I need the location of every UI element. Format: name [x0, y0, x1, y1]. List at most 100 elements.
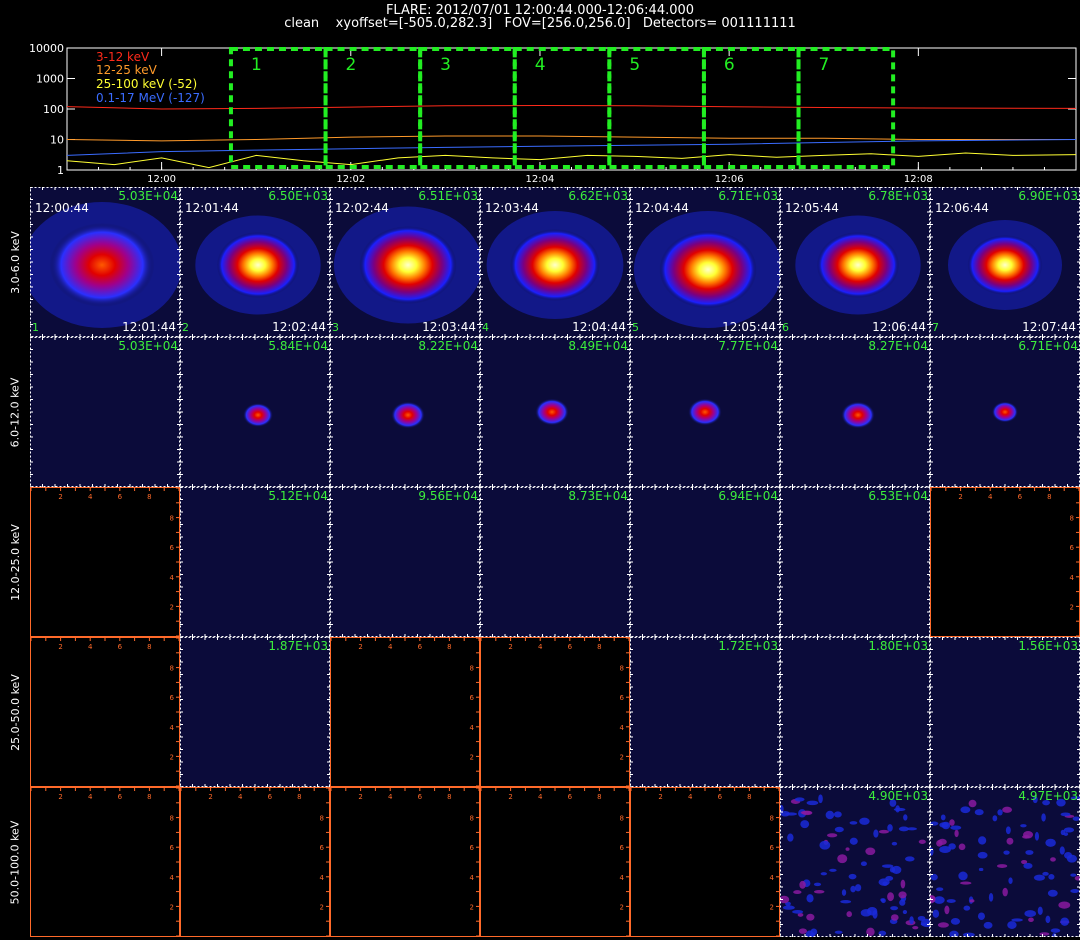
panel-canvas — [930, 787, 1080, 937]
noise-speckle — [1034, 831, 1040, 841]
noise-speckle — [968, 799, 977, 808]
noise-speckle — [1063, 827, 1075, 833]
x-tick-label: 12:08 — [904, 174, 933, 182]
empty-panel: 2 2 4 4 6 6 8 8 — [30, 787, 180, 937]
peak-value: 5.03E+04 — [118, 189, 178, 203]
y-tick-label: 1000 — [36, 73, 64, 86]
noise-speckle — [905, 856, 915, 862]
noise-speckle — [849, 821, 858, 825]
panel-canvas: 2 2 4 4 6 6 8 8 — [30, 637, 180, 787]
panel-tick-label: 6 — [1070, 544, 1075, 552]
panel-tick-label: 2 — [358, 793, 362, 801]
panel-tick-label: 8 — [620, 815, 624, 823]
panel-end-time: 12:07:44 — [1022, 320, 1076, 334]
noise-speckle — [878, 829, 889, 834]
noise-speckle — [890, 906, 899, 911]
x-tick-label: 12:06 — [715, 174, 744, 182]
panel-frame — [180, 637, 330, 787]
noise-speckle — [1023, 862, 1033, 869]
noise-speckle — [918, 839, 926, 844]
noise-speckle — [937, 922, 949, 928]
noise-speckle — [865, 847, 876, 856]
noise-speckle — [898, 826, 909, 832]
noise-speckle — [1039, 932, 1050, 936]
interval-label: 6 — [724, 55, 735, 75]
x-tick-label: 12:04 — [526, 174, 555, 182]
noise-speckle — [958, 843, 966, 851]
image-panel: 5.12E+04 — [180, 487, 330, 637]
time-interval-box — [512, 47, 612, 169]
empty-panel: 2 2 4 4 6 6 8 8 — [480, 787, 630, 937]
panel-tick-label: 6 — [718, 793, 723, 801]
panel-tick-label: 8 — [447, 643, 451, 651]
noise-speckle — [806, 800, 819, 806]
noise-speckle — [946, 899, 956, 903]
peak-value: 6.62E+03 — [568, 189, 628, 203]
panel-tick-label: 4 — [388, 643, 393, 651]
energy-band-text: 12.0-25.0 keV — [8, 523, 22, 601]
peak-value: 4.90E+03 — [868, 789, 928, 803]
interval-label: 5 — [629, 55, 640, 75]
image-panel: 6.90E+03 12:06:44 12:07:44 7 — [930, 187, 1080, 337]
noise-speckle — [1060, 917, 1070, 926]
noise-speckle — [891, 865, 902, 874]
panel-axis-frame — [630, 787, 780, 937]
panel-tick-label: 2 — [1070, 603, 1074, 611]
noise-speckle — [1011, 918, 1023, 922]
image-panel: 8.49E+04 — [480, 337, 630, 487]
peak-value: 6.78E+03 — [868, 189, 928, 203]
panel-canvas — [180, 637, 330, 787]
panel-tick-label: 6 — [118, 493, 123, 501]
noise-speckle — [813, 882, 822, 887]
image-panel: 6.78E+03 12:05:44 12:06:44 6 — [780, 187, 930, 337]
noise-speckle — [880, 898, 885, 902]
noise-speckle — [1045, 915, 1051, 924]
noise-speckle — [1023, 831, 1034, 839]
panel-tick-label: 2 — [958, 493, 962, 501]
panel-canvas — [180, 487, 330, 637]
x-tick-label: 12:00 — [147, 174, 176, 182]
empty-panel: 2 2 4 4 6 6 8 8 — [930, 487, 1080, 637]
panel-canvas — [330, 337, 480, 487]
empty-panel: 2 2 4 4 6 6 8 8 — [330, 637, 480, 787]
panel-canvas — [930, 337, 1080, 487]
peak-value: 6.90E+03 — [1018, 189, 1078, 203]
peak-value: 8.49E+04 — [568, 339, 628, 353]
noise-speckle — [800, 810, 812, 815]
panel-tick-label: 4 — [470, 724, 475, 732]
peak-value: 6.53E+04 — [868, 489, 928, 503]
panel-tick-label: 2 — [58, 793, 62, 801]
peak-value: 5.84E+04 — [268, 339, 328, 353]
noise-speckle — [841, 889, 847, 896]
noise-speckle — [903, 814, 908, 821]
y-tick-label: 10000 — [29, 44, 64, 55]
noise-speckle — [826, 833, 838, 838]
panel-tick-label: 4 — [620, 724, 625, 732]
noise-speckle — [930, 821, 939, 826]
panel-tick-label: 6 — [568, 643, 573, 651]
noise-speckle — [936, 887, 944, 891]
peak-value: 1.87E+03 — [268, 639, 328, 653]
noise-speckle — [881, 864, 894, 868]
source-blob — [216, 232, 300, 298]
panel-tick-label: 6 — [568, 793, 573, 801]
noise-speckle — [969, 899, 975, 903]
panel-frame — [780, 487, 930, 637]
noise-speckle — [950, 918, 961, 925]
panel-tick-label: 4 — [538, 643, 543, 651]
empty-panel: 2 2 4 4 6 6 8 8 — [30, 487, 180, 637]
peak-value: 6.50E+03 — [268, 189, 328, 203]
noise-speckle — [932, 909, 940, 918]
panel-canvas — [630, 337, 780, 487]
panel-tick-label: 4 — [170, 724, 175, 732]
panel-tick-label: 6 — [470, 844, 475, 852]
panel-tick-label: 4 — [470, 874, 475, 882]
panel-index: 1 — [32, 321, 39, 334]
panel-canvas: 2 2 4 4 6 6 8 8 — [930, 487, 1080, 637]
noise-speckle — [1066, 854, 1078, 863]
energy-band-label: 12.0-25.0 keV — [1, 487, 29, 637]
noise-speckle — [977, 912, 985, 920]
peak-value: 4.97E+03 — [1018, 789, 1078, 803]
noise-speckle — [850, 885, 856, 893]
panel-tick-label: 2 — [470, 753, 474, 761]
